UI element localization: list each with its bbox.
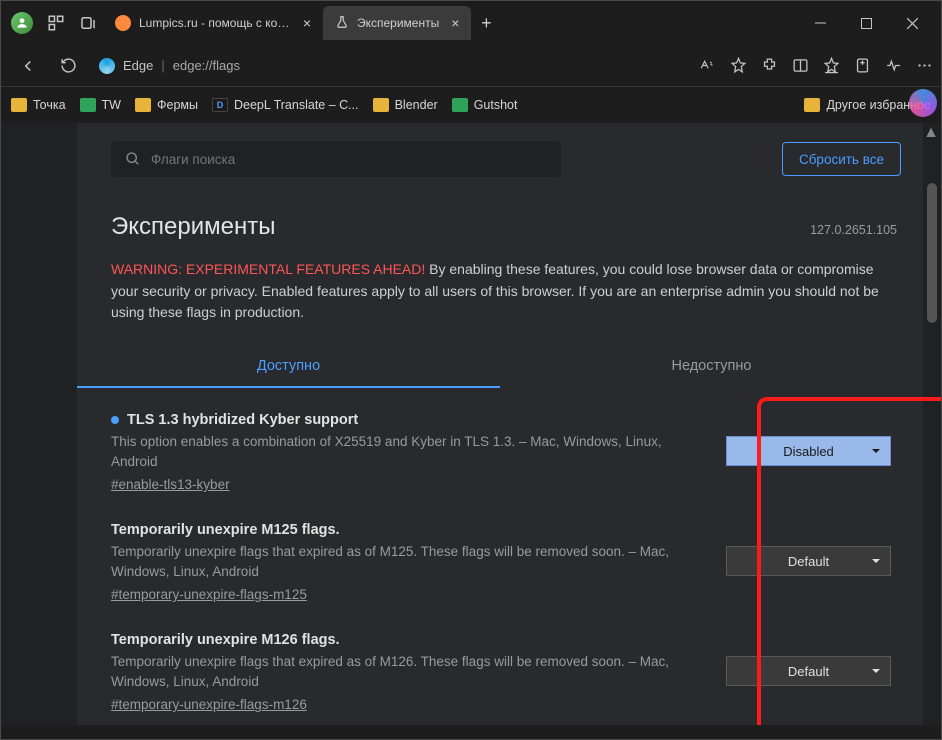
star-icon[interactable] — [730, 57, 747, 74]
flag-select[interactable]: Default — [726, 656, 891, 686]
search-input[interactable] — [111, 141, 561, 177]
site-favicon — [115, 15, 131, 31]
copilot-button[interactable] — [909, 89, 937, 117]
flag-description: Temporarily unexpire flags that expired … — [111, 652, 708, 691]
bookmark-item[interactable]: TW — [80, 98, 121, 112]
flag-anchor-link[interactable]: #temporary-unexpire-flags-m125 — [111, 587, 307, 602]
browser-name: Edge — [123, 58, 153, 73]
flag-row: TLS 1.3 hybridized Kyber support This op… — [111, 402, 901, 512]
tab-label: Lumpics.ru - помощь с компью — [139, 16, 291, 30]
address-bar[interactable]: Edge | edge://flags — [93, 58, 246, 74]
tab-unavailable[interactable]: Недоступно — [500, 346, 923, 388]
tab-available[interactable]: Доступно — [77, 346, 500, 388]
flask-icon — [335, 15, 349, 32]
close-window-button[interactable] — [889, 7, 935, 39]
flag-description: This option enables a combination of X25… — [111, 432, 708, 471]
flag-title: Temporarily unexpire M126 flags. — [111, 632, 340, 648]
flag-select[interactable]: Disabled — [726, 436, 891, 466]
edge-logo-icon — [99, 58, 115, 74]
read-aloud-icon[interactable] — [699, 58, 716, 73]
site-icon — [80, 98, 96, 112]
scroll-up-icon[interactable]: ▲ — [925, 127, 937, 139]
flag-title: Temporarily unexpire M125 flags. — [111, 522, 340, 538]
search-icon — [125, 151, 141, 167]
favorites-icon[interactable] — [823, 57, 840, 74]
menu-icon[interactable] — [916, 57, 933, 74]
folder-icon — [11, 98, 27, 112]
site-icon: D — [212, 98, 228, 112]
scroll-thumb[interactable] — [927, 183, 937, 323]
browser-toolbar: Edge | edge://flags — [1, 45, 941, 87]
tab-experiments[interactable]: Эксперименты × — [323, 6, 471, 40]
folder-icon — [135, 98, 151, 112]
reset-all-button[interactable]: Сбросить все — [782, 142, 901, 176]
bookmarks-bar: Точка TW Фермы DDeepL Translate – C... B… — [1, 87, 941, 123]
flags-page: Сбросить все Эксперименты 127.0.2651.105… — [77, 123, 923, 739]
page-title: Эксперименты — [77, 187, 923, 241]
folder-icon — [373, 98, 389, 112]
extensions-icon[interactable] — [761, 57, 778, 74]
flag-anchor-link[interactable]: #enable-tls13-kyber — [111, 477, 230, 492]
profile-avatar[interactable] — [11, 12, 33, 34]
close-icon[interactable]: × — [303, 15, 311, 31]
tab-lumpics[interactable]: Lumpics.ru - помощь с компью × — [103, 6, 323, 40]
url-text: edge://flags — [173, 58, 240, 73]
subtabs: Доступно Недоступно — [77, 346, 923, 388]
search-field[interactable] — [151, 152, 547, 167]
page-viewport: Сбросить все Эксперименты 127.0.2651.105… — [1, 123, 941, 739]
folder-icon — [804, 98, 820, 112]
back-button[interactable] — [13, 51, 43, 81]
bookmark-item[interactable]: Blender — [373, 98, 438, 112]
site-icon — [452, 98, 468, 112]
window-titlebar: Lumpics.ru - помощь с компью × Экспериме… — [1, 1, 941, 45]
bookmark-item[interactable]: DDeepL Translate – C... — [212, 98, 359, 112]
modified-dot-icon — [111, 416, 119, 424]
flag-select[interactable]: Default — [726, 546, 891, 576]
split-icon[interactable] — [792, 57, 809, 74]
collections-icon[interactable] — [854, 57, 871, 74]
workspaces-icon[interactable] — [47, 14, 65, 32]
tab-actions-icon[interactable] — [79, 14, 97, 32]
version-text: 127.0.2651.105 — [810, 223, 897, 237]
performance-icon[interactable] — [885, 57, 902, 74]
flag-row: Temporarily unexpire M126 flags. Tempora… — [111, 622, 901, 732]
flags-list: TLS 1.3 hybridized Kyber support This op… — [77, 388, 923, 732]
maximize-button[interactable] — [843, 7, 889, 39]
bookmark-item[interactable]: Точка — [11, 98, 66, 112]
new-tab-button[interactable]: + — [471, 8, 501, 38]
bookmark-item[interactable]: Gutshot — [452, 98, 518, 112]
vertical-scrollbar[interactable]: ▲ — [925, 123, 939, 719]
close-icon[interactable]: × — [451, 15, 459, 31]
flag-row: Temporarily unexpire M125 flags. Tempora… — [111, 512, 901, 622]
warning-text: WARNING: EXPERIMENTAL FEATURES AHEAD! By… — [77, 241, 923, 324]
flag-title: TLS 1.3 hybridized Kyber support — [127, 412, 358, 428]
flag-anchor-link[interactable]: #temporary-unexpire-flags-m126 — [111, 697, 307, 712]
refresh-button[interactable] — [53, 51, 83, 81]
minimize-button[interactable] — [797, 7, 843, 39]
bookmark-item[interactable]: Фермы — [135, 98, 198, 112]
window-border-bottom — [1, 725, 941, 739]
flag-description: Temporarily unexpire flags that expired … — [111, 542, 708, 581]
tab-label: Эксперименты — [357, 16, 439, 30]
